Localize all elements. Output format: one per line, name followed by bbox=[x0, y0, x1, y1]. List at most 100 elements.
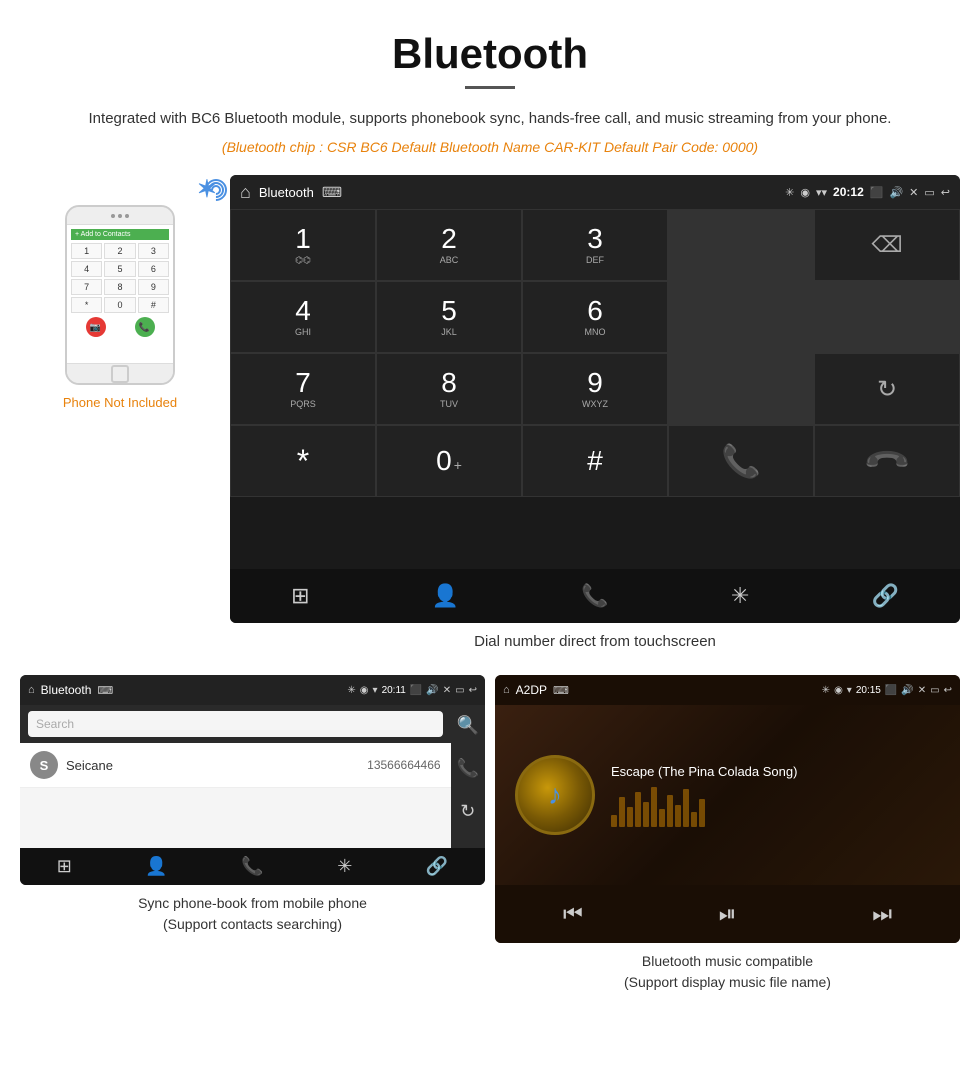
status-left: ⌂ Bluetooth ⌨ bbox=[240, 182, 342, 203]
link-icon[interactable]: 🔗 bbox=[857, 577, 912, 615]
key-5[interactable]: 5 JKL bbox=[376, 281, 522, 353]
grid-icon[interactable]: ⊞ bbox=[277, 577, 323, 615]
search-placeholder: Search bbox=[36, 717, 74, 731]
person-icon[interactable]: 👤 bbox=[418, 577, 473, 615]
status-time: 20:12 bbox=[833, 185, 864, 199]
title-underline bbox=[465, 86, 515, 89]
key-6[interactable]: 6 MNO bbox=[522, 281, 668, 353]
specs-text: (Bluetooth chip : CSR BC6 Default Blueto… bbox=[60, 139, 920, 155]
pb-location-icon: ◉ bbox=[360, 685, 369, 696]
key-9[interactable]: 9 WXYZ bbox=[522, 353, 668, 425]
eq-bar bbox=[619, 797, 625, 827]
main-content: ✶ + Ad bbox=[0, 175, 980, 675]
phone-screen: + Add to Contacts 1 2 3 4 5 6 7 8 9 * 0 … bbox=[67, 225, 173, 363]
key-call-red[interactable]: 📞 bbox=[814, 425, 960, 497]
phone-video-btn: 📷 bbox=[86, 317, 106, 337]
key-4[interactable]: 4 GHI bbox=[230, 281, 376, 353]
phone-icon[interactable]: 📞 bbox=[567, 577, 622, 615]
dial-screen-title: Bluetooth bbox=[259, 185, 314, 200]
music-prev-btn[interactable]: ⏮ bbox=[543, 897, 603, 931]
pb-link-icon[interactable]: 🔗 bbox=[426, 856, 448, 877]
bottom-action-bar: ⊞ 👤 📞 ✳ 🔗 bbox=[230, 569, 960, 623]
pb-icons-col: 🔍 📞 ↻ bbox=[451, 705, 485, 848]
phone-key: # bbox=[138, 297, 169, 313]
eq-bar bbox=[659, 809, 665, 827]
music-screen: ⌂ A2DP ⌨ ✳ ◉ ▾ 20:15 ⬛ 🔊 ✕ ▭ ↩ bbox=[495, 675, 960, 943]
dial-caption: Dial number direct from touchscreen bbox=[230, 623, 960, 665]
key-0[interactable]: 0 + bbox=[376, 425, 522, 497]
key-refresh[interactable]: ↻ bbox=[814, 353, 960, 425]
phone-dot bbox=[125, 214, 129, 218]
signal-waves bbox=[209, 177, 239, 207]
pb-contact-row[interactable]: S Seicane 13566664466 bbox=[20, 743, 451, 788]
monitor-icon: ▭ bbox=[924, 186, 934, 199]
pb-call-icon[interactable]: 📞 bbox=[241, 856, 263, 877]
pb-status-left: ⌂ Bluetooth ⌨ bbox=[28, 683, 113, 697]
music-next-btn[interactable]: ⏭ bbox=[852, 897, 912, 931]
pb-contact-number: 13566664466 bbox=[367, 758, 440, 772]
eq-bar bbox=[683, 789, 689, 827]
eq-bar bbox=[675, 805, 681, 827]
dial-screen-container: ⌂ Bluetooth ⌨ ✳ ◉ ▾▾ 20:12 ⬛ 🔊 ✕ ▭ ↩ bbox=[230, 175, 960, 665]
home-icon[interactable]: ⌂ bbox=[240, 182, 251, 203]
music-cam-icon: ⬛ bbox=[885, 685, 897, 696]
phone-bottom bbox=[67, 363, 173, 383]
key-backspace[interactable]: ⌫ bbox=[814, 209, 960, 281]
pb-refresh-icon[interactable]: ↻ bbox=[460, 801, 475, 822]
key-2[interactable]: 2 ABC bbox=[376, 209, 522, 281]
pb-phone-icon[interactable]: 📞 bbox=[457, 758, 479, 779]
key-call-green[interactable]: 📞 bbox=[668, 425, 814, 497]
music-title: A2DP bbox=[516, 683, 547, 697]
pb-bt-icon: ✳ bbox=[347, 685, 355, 696]
bluetooth-icon[interactable]: ✳ bbox=[717, 577, 763, 615]
key-1[interactable]: 1 ⌬⌬ bbox=[230, 209, 376, 281]
location-icon: ◉ bbox=[800, 186, 810, 199]
description-text: Integrated with BC6 Bluetooth module, su… bbox=[60, 107, 920, 131]
page-title: Bluetooth bbox=[60, 30, 920, 78]
pb-person-icon[interactable]: 👤 bbox=[145, 856, 167, 877]
phonebook-screen: ⌂ Bluetooth ⌨ ✳ ◉ ▾ 20:11 ⬛ 🔊 ✕ ▭ ↩ bbox=[20, 675, 485, 885]
key-7[interactable]: 7 PQRS bbox=[230, 353, 376, 425]
volume-icon: 🔊 bbox=[889, 186, 903, 199]
pb-search-field[interactable]: Search bbox=[28, 711, 443, 737]
back-icon[interactable]: ↩ bbox=[941, 186, 950, 199]
pb-bt-icon-bottom[interactable]: ✳ bbox=[337, 856, 352, 877]
bt-status-icon: ✳ bbox=[785, 186, 794, 199]
pb-mon-icon: ▭ bbox=[455, 685, 464, 696]
music-caption: Bluetooth music compatible(Support displ… bbox=[495, 943, 960, 995]
key-3[interactable]: 3 DEF bbox=[522, 209, 668, 281]
pb-contact-avatar: S bbox=[30, 751, 58, 779]
phone-key: 4 bbox=[71, 261, 102, 277]
music-home-icon[interactable]: ⌂ bbox=[503, 684, 510, 696]
phone-key: 7 bbox=[71, 279, 102, 295]
phone-top-bar bbox=[67, 207, 173, 225]
key-8[interactable]: 8 TUV bbox=[376, 353, 522, 425]
pb-grid-icon[interactable]: ⊞ bbox=[57, 856, 72, 877]
music-status-bar: ⌂ A2DP ⌨ ✳ ◉ ▾ 20:15 ⬛ 🔊 ✕ ▭ ↩ bbox=[495, 675, 960, 705]
key-empty-4 bbox=[668, 353, 814, 425]
key-hash[interactable]: # bbox=[522, 425, 668, 497]
pb-home-icon[interactable]: ⌂ bbox=[28, 684, 35, 696]
camera-icon: ⬛ bbox=[870, 186, 884, 199]
key-empty-1 bbox=[668, 209, 814, 281]
phone-key: 1 bbox=[71, 243, 102, 259]
x-icon: ✕ bbox=[909, 186, 918, 199]
music-play-btn[interactable]: ⏯ bbox=[699, 897, 757, 931]
pb-search-icon[interactable]: 🔍 bbox=[457, 715, 479, 736]
phone-contacts-bar: + Add to Contacts bbox=[71, 229, 169, 240]
music-back-icon[interactable]: ↩ bbox=[944, 685, 952, 696]
phone-key: 9 bbox=[138, 279, 169, 295]
bluetooth-signal-icon: ✶ bbox=[197, 175, 217, 204]
pb-back-icon[interactable]: ↩ bbox=[469, 685, 477, 696]
phone-key: 8 bbox=[104, 279, 135, 295]
music-content: ♪ Escape (The Pina Colada Song) bbox=[495, 705, 960, 885]
dial-screen: ⌂ Bluetooth ⌨ ✳ ◉ ▾▾ 20:12 ⬛ 🔊 ✕ ▭ ↩ bbox=[230, 175, 960, 623]
eq-bar bbox=[635, 792, 641, 827]
phone-keypad: 1 2 3 4 5 6 7 8 9 * 0 # bbox=[71, 243, 169, 313]
pb-title: Bluetooth bbox=[41, 683, 92, 697]
music-location-icon: ◉ bbox=[834, 685, 843, 696]
key-star[interactable]: * bbox=[230, 425, 376, 497]
pb-status-right: ✳ ◉ ▾ 20:11 ⬛ 🔊 ✕ ▭ ↩ bbox=[347, 685, 477, 696]
eq-bar bbox=[627, 807, 633, 827]
key-empty-2 bbox=[668, 281, 814, 353]
